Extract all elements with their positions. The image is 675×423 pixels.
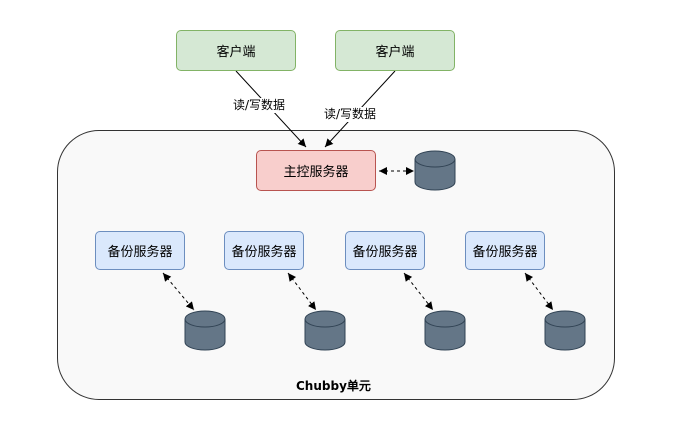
- backup3-storage-edge: [403, 272, 434, 311]
- database-cylinder-icon: [544, 310, 586, 351]
- backup-server-node[interactable]: 备份服务器: [345, 231, 425, 270]
- master-server-node[interactable]: 主控服务器: [256, 150, 376, 191]
- client-node[interactable]: 客户端: [335, 30, 455, 71]
- database-cylinder-icon: [184, 310, 226, 351]
- edge-label-read-write: 读/写数据: [323, 107, 378, 122]
- database-cylinder-icon: [424, 310, 466, 351]
- diagram-canvas: Chubby单元 读/写数据 读/写数据 客户端 客户端 主控服务器 备份服务器…: [0, 0, 675, 423]
- backup-server-node[interactable]: 备份服务器: [224, 231, 304, 270]
- client-node[interactable]: 客户端: [176, 30, 296, 71]
- edge-label-read-write: 读/写数据: [232, 98, 287, 113]
- backup-server-node[interactable]: 备份服务器: [465, 231, 545, 270]
- backup1-storage-edge: [162, 272, 195, 311]
- backup4-storage-edge: [524, 272, 554, 311]
- backup-server-node[interactable]: 备份服务器: [95, 231, 185, 270]
- database-cylinder-icon: [414, 150, 456, 191]
- backup2-storage-edge: [287, 272, 317, 311]
- database-cylinder-icon: [304, 310, 346, 351]
